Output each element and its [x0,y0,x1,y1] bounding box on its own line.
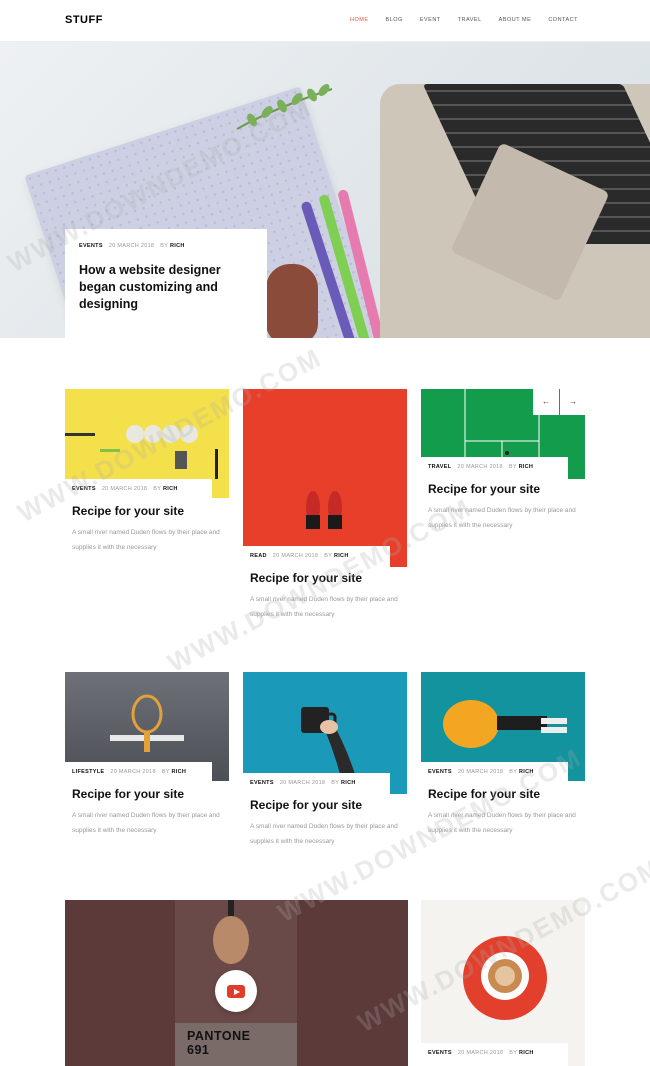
post-by: BY [509,1050,518,1056]
post-author[interactable]: RICH [163,486,178,492]
post-excerpt: A small river named Duden flows by their… [428,812,576,834]
post-date: 20 MARCH 2018 [272,553,319,559]
post-category[interactable]: EVENTS [79,243,103,249]
post-excerpt: A small river named Duden flows by their… [250,596,398,618]
post-date: 20 MARCH 2018 [457,1050,504,1056]
slider-prev-button[interactable]: ← [533,389,559,415]
post-meta: LIFESTYLE 20 MARCH 2018 BY RICH [72,769,205,775]
post-author[interactable]: RICH [334,553,349,559]
post-card-body: EVENTS 20 MARCH 2018 BY RICH Recipe for yo… [243,773,398,857]
video-play-button[interactable] [215,970,257,1012]
post-meta: READ 20 MARCH 2018 BY RICH [250,553,383,559]
hero-cake-illustration [266,264,318,338]
post-card-body: TRAVEL 20 MARCH 2018 BY RICH Recipe for yo… [421,457,576,549]
post-excerpt: A small river named Duden flows by their… [72,529,220,551]
post-meta: TRAVEL 20 MARCH 2018 BY RICH [428,464,561,470]
post-card-body: EVENTS 20 MARCH 2018 BY RICH Recipe for yo… [65,479,220,559]
post-author[interactable]: RICH [519,1050,534,1056]
pantone-label: PANTONE 691 [175,1023,297,1066]
post-excerpt: A small river named Duden flows by their… [250,823,398,845]
post-card[interactable]: LIFESTYLE 20 MARCH 2018 BY RICH Recipe for… [65,672,230,842]
main-nav: HOME BLOG EVENT TRAVEL ABOUT ME CONTACT [333,17,578,23]
post-author[interactable]: RICH [519,769,534,775]
nav-home[interactable]: HOME [350,17,369,23]
nav-about-me[interactable]: ABOUT ME [499,17,532,23]
spoon-image [213,900,249,964]
post-by: BY [161,769,170,775]
post-author[interactable]: RICH [519,464,534,470]
post-title[interactable]: Recipe for your site [428,787,561,801]
post-category[interactable]: READ [250,553,267,559]
site-logo[interactable]: STUFF [65,14,103,26]
post-by: BY [324,553,333,559]
post-title[interactable]: Recipe for your site [72,504,205,518]
pantone-label-number: 691 [187,1043,210,1057]
post-author[interactable]: RICH [341,780,356,786]
post-category[interactable]: EVENTS [250,780,274,786]
post-card[interactable]: ← → TRAVEL 20 MARCH 2018 BY RICH Recipe fo… [421,389,586,549]
hero-plant-image [236,84,333,130]
post-card-body: EVENTS 20 MARCH 2018 BY RICH [421,1043,568,1066]
post-card[interactable]: EVENTS 20 MARCH 2018 BY RICH Recipe for yo… [421,672,586,842]
post-date: 20 MARCH 2018 [110,769,156,775]
coffee-cup-illustration [463,936,547,1020]
post-title[interactable]: Recipe for your site [72,787,205,801]
youtube-play-icon [227,985,245,998]
post-by: BY [508,464,517,470]
shoes-illustration [306,491,342,529]
nav-contact[interactable]: CONTACT [548,17,578,23]
post-category[interactable]: EVENTS [428,769,452,775]
post-category[interactable]: TRAVEL [428,464,451,470]
post-by: BY [509,769,518,775]
post-date: 20 MARCH 2018 [279,780,326,786]
post-category[interactable]: EVENTS [428,1050,452,1056]
slider-next-button[interactable]: → [560,389,586,415]
post-by: BY [331,780,340,786]
post-author[interactable]: RICH [172,769,187,775]
post-by: BY [160,243,169,249]
post-title[interactable]: Recipe for your site [428,482,561,496]
post-image-coffee[interactable] [421,900,585,1066]
post-meta: EVENTS 20 MARCH 2018 BY RICH [428,769,561,775]
hero-banner[interactable]: EVENTS 20 MARCH 2018 BY RICH How a website… [0,42,650,338]
nav-travel[interactable]: TRAVEL [458,17,482,23]
post-card-body: EVENTS 20 MARCH 2018 BY RICH Recipe for yo… [421,762,576,842]
post-date: 20 MARCH 2018 [108,243,155,249]
post-card-body: READ 20 MARCH 2018 BY RICH Recipe for your… [243,546,398,629]
nav-event[interactable]: EVENT [420,17,441,23]
post-card[interactable]: EVENTS 20 MARCH 2018 BY RICH Recipe for yo… [65,389,230,559]
hero-post-title[interactable]: How a website designer began customizing… [79,262,253,313]
post-meta: EVENTS 20 MARCH 2018 BY RICH [428,1050,561,1056]
hero-post-card[interactable]: EVENTS 20 MARCH 2018 BY RICH How a website… [65,229,267,338]
post-by: BY [153,486,162,492]
post-date: 20 MARCH 2018 [457,464,503,470]
video-post-card[interactable]: PANTONE 691 [65,900,408,1066]
pantone-label-name: PANTONE [187,1029,251,1043]
post-card[interactable]: READ 20 MARCH 2018 BY RICH Recipe for your… [243,389,408,629]
post-card-body: LIFESTYLE 20 MARCH 2018 BY RICH Recipe for… [65,762,220,842]
nav-blog[interactable]: BLOG [386,17,403,23]
post-image-shoes[interactable] [243,389,407,567]
post-excerpt: A small river named Duden flows by their… [72,812,220,834]
post-card[interactable]: EVENTS 20 MARCH 2018 BY RICH Recipe for yo… [243,672,408,857]
post-meta: EVENTS 20 MARCH 2018 BY RICH [72,486,205,492]
post-category[interactable]: EVENTS [72,486,96,492]
post-title[interactable]: Recipe for your site [250,798,383,812]
post-card[interactable]: EVENTS 20 MARCH 2018 BY RICH [421,900,586,1066]
post-meta: EVENTS 20 MARCH 2018 BY RICH [250,780,383,786]
post-category[interactable]: LIFESTYLE [72,769,104,775]
post-date: 20 MARCH 2018 [457,769,504,775]
post-date: 20 MARCH 2018 [101,486,148,492]
post-excerpt: A small river named Duden flows by their… [428,507,576,529]
post-author[interactable]: RICH [170,243,185,249]
site-header: STUFF HOME BLOG EVENT TRAVEL ABOUT ME CO… [0,0,650,42]
hero-post-meta: EVENTS 20 MARCH 2018 BY RICH [79,243,253,249]
post-title[interactable]: Recipe for your site [250,571,383,585]
